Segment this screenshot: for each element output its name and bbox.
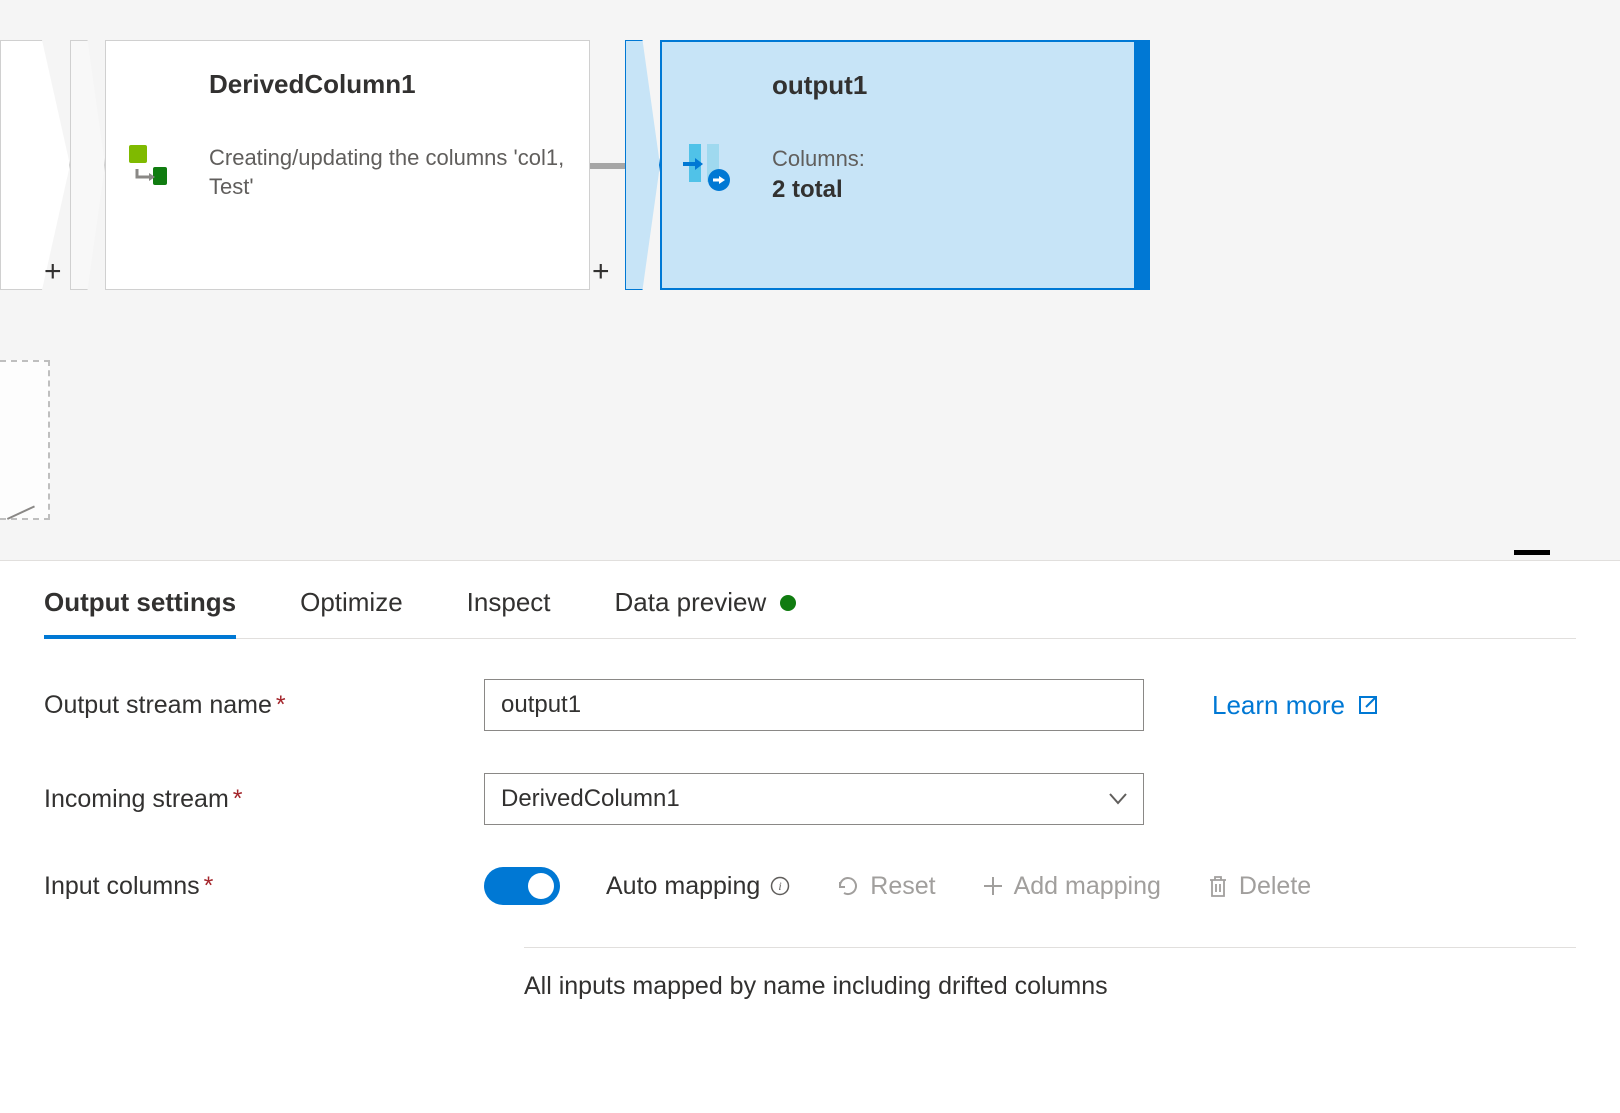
- select-value: DerivedColumn1: [501, 785, 680, 813]
- trash-icon: [1207, 874, 1229, 898]
- link-label: Learn more: [1212, 690, 1345, 721]
- add-mapping-button[interactable]: Add mapping: [982, 872, 1161, 901]
- reset-icon: [836, 874, 860, 898]
- output-stream-name-label: Output stream name*: [44, 691, 484, 720]
- tab-bar: Output settings Optimize Inspect Data pr…: [44, 561, 1576, 639]
- auto-mapping-label: Auto mapping i: [606, 872, 790, 901]
- flow-connector: [590, 163, 630, 169]
- node-title: DerivedColumn1: [209, 69, 571, 100]
- incoming-stream-select[interactable]: DerivedColumn1: [484, 773, 1144, 825]
- flow-canvas[interactable]: + DerivedColumn1 Cre: [0, 0, 1620, 560]
- properties-panel: Output settings Optimize Inspect Data pr…: [0, 560, 1620, 1113]
- node-title: output1: [772, 70, 1106, 101]
- columns-count: 2 total: [772, 176, 843, 203]
- node-output[interactable]: output1 Columns: 2 total: [660, 40, 1150, 290]
- upstream-node-partial: [0, 40, 70, 290]
- tab-optimize[interactable]: Optimize: [300, 561, 403, 638]
- info-icon[interactable]: i: [770, 876, 790, 896]
- external-link-icon: [1357, 694, 1379, 716]
- status-dot-icon: [780, 595, 796, 611]
- selection-indicator: [1134, 42, 1142, 288]
- auto-mapping-note: All inputs mapped by name including drif…: [524, 972, 1576, 1001]
- chevron-down-icon: [1109, 793, 1127, 805]
- node-input-chevron: [625, 40, 660, 290]
- auto-mapping-toggle[interactable]: [484, 867, 560, 905]
- tab-output-settings[interactable]: Output settings: [44, 561, 236, 638]
- node-description: Creating/updating the columns 'col1, Tes…: [209, 144, 571, 201]
- add-step-button[interactable]: +: [592, 255, 610, 289]
- columns-label: Columns:: [772, 146, 865, 171]
- selection-indicator: [1142, 42, 1148, 288]
- incoming-stream-label: Incoming stream*: [44, 785, 484, 814]
- output-sink-icon: [681, 138, 735, 192]
- learn-more-link[interactable]: Learn more: [1212, 690, 1379, 721]
- input-columns-label: Input columns*: [44, 872, 484, 901]
- tab-inspect[interactable]: Inspect: [467, 561, 551, 638]
- delete-button[interactable]: Delete: [1207, 872, 1311, 901]
- divider: [524, 947, 1576, 948]
- add-step-button[interactable]: +: [44, 255, 62, 289]
- panel-resize-handle[interactable]: [1514, 550, 1550, 555]
- output-stream-name-input[interactable]: [484, 679, 1144, 731]
- svg-text:i: i: [779, 879, 782, 893]
- tab-label: Data preview: [615, 587, 767, 618]
- derived-column-icon: [123, 139, 175, 191]
- node-input-chevron: [70, 40, 105, 290]
- node-derived-column[interactable]: DerivedColumn1 Creating/updating the col…: [105, 40, 590, 290]
- tab-data-preview[interactable]: Data preview: [615, 561, 797, 638]
- reset-button[interactable]: Reset: [836, 872, 935, 901]
- plus-icon: [982, 875, 1004, 897]
